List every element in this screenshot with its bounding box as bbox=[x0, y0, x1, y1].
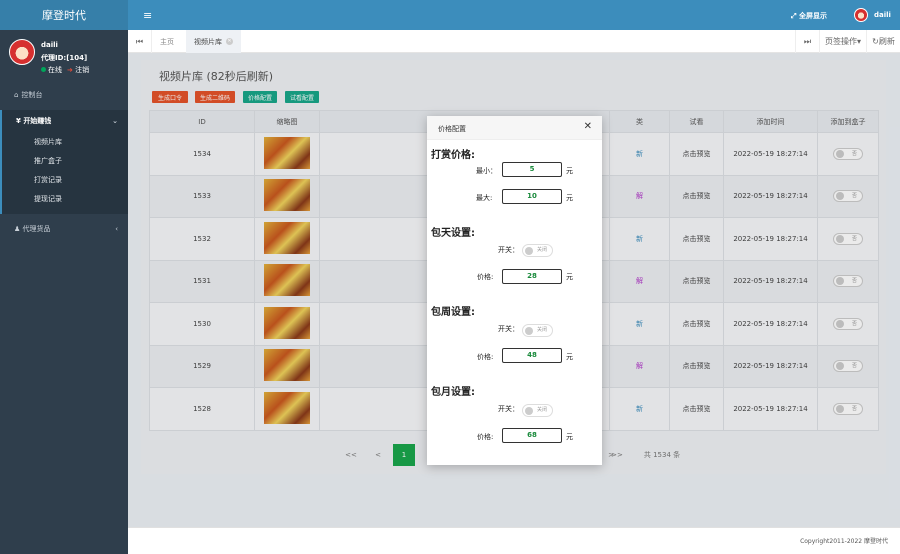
app-logo[interactable]: 摩登时代 bbox=[0, 0, 128, 30]
modal-title: 价格配置 bbox=[438, 125, 466, 133]
agent-id: 代理ID:[104] bbox=[41, 54, 88, 62]
week-switch[interactable]: 关闭 bbox=[522, 324, 553, 337]
home-icon: ⌂ bbox=[14, 91, 19, 99]
sidebar-item-tip-records[interactable]: 打赏记录 bbox=[2, 170, 128, 189]
user-status: 在线 ➜ 注销 bbox=[41, 65, 89, 75]
unit-label: 元 bbox=[566, 353, 573, 361]
switch-label: 开关： bbox=[498, 246, 519, 254]
price-label: 价格: bbox=[477, 433, 494, 441]
user-name: daili bbox=[41, 41, 58, 49]
unit-label: 元 bbox=[566, 433, 573, 441]
fullscreen-button[interactable]: ⤢ 全屏显示 bbox=[791, 11, 827, 21]
page-ops-dropdown[interactable]: 页签操作 ▾ bbox=[819, 30, 866, 53]
day-setting-title: 包天设置: bbox=[431, 228, 475, 239]
header-avatar[interactable] bbox=[854, 8, 868, 22]
sidebar-group-start: ¥ 开始赚钱 ⌄ 视频片库 推广盒子 打赏记录 提现记录 bbox=[0, 110, 128, 214]
switch-label: 开关： bbox=[498, 325, 519, 333]
tab-scroll-right-icon[interactable]: ⏭ bbox=[795, 30, 819, 53]
close-icon[interactable]: ✕ bbox=[584, 121, 592, 132]
max-price-input[interactable]: 10 bbox=[502, 189, 562, 204]
sidebar-item-start[interactable]: ¥ 开始赚钱 ⌄ bbox=[2, 110, 128, 132]
max-label: 最大: bbox=[476, 194, 493, 202]
yen-icon: ¥ bbox=[16, 117, 21, 125]
tab-bar: ⏮ 主页 视频片库 ✕ ⏭ 页签操作 ▾ ↻ 刷新 bbox=[128, 30, 900, 53]
logout-icon: ➜ bbox=[67, 66, 73, 74]
tip-price-title: 打赏价格: bbox=[431, 150, 475, 161]
sidebar-item-dashboard[interactable]: ⌂ 控制台 bbox=[0, 84, 128, 106]
price-label: 价格: bbox=[477, 273, 494, 281]
user-panel: daili 代理ID:[104] 在线 ➜ 注销 bbox=[0, 30, 128, 80]
tab-scroll-left-icon[interactable]: ⏮ bbox=[128, 30, 152, 53]
chevron-down-icon: ⌄ bbox=[112, 117, 118, 125]
copyright: Copyright2011-2022 摩登时代 bbox=[800, 538, 888, 545]
week-setting-title: 包周设置: bbox=[431, 307, 475, 318]
sidebar-item-video-library[interactable]: 视频片库 bbox=[2, 132, 128, 151]
month-switch[interactable]: 关闭 bbox=[522, 404, 553, 417]
caret-down-icon: ▾ bbox=[856, 37, 861, 46]
min-label: 最小： bbox=[476, 167, 497, 175]
sidebar-item-promo-box[interactable]: 推广盒子 bbox=[2, 151, 128, 170]
unit-label: 元 bbox=[566, 167, 573, 175]
tab-video-library[interactable]: 视频片库 ✕ bbox=[186, 30, 241, 53]
online-dot-icon bbox=[41, 67, 46, 72]
refresh-button[interactable]: ↻ 刷新 bbox=[866, 30, 900, 53]
sidebar-item-withdraw-records[interactable]: 提现记录 bbox=[2, 189, 128, 208]
refresh-icon: ↻ bbox=[872, 37, 879, 46]
footer: Copyright2011-2022 摩登时代 bbox=[128, 527, 900, 554]
logout-link[interactable]: ➜ 注销 bbox=[67, 65, 89, 75]
unit-label: 元 bbox=[566, 194, 573, 202]
user-icon: ♟ bbox=[14, 225, 21, 233]
min-price-input[interactable]: 5 bbox=[502, 162, 562, 177]
menu-toggle-icon[interactable]: ≡ bbox=[143, 9, 152, 22]
price-label: 价格: bbox=[477, 353, 494, 361]
unit-label: 元 bbox=[566, 273, 573, 281]
sidebar-item-agent-goods[interactable]: ♟ 代理货品 ‹ bbox=[0, 218, 128, 240]
header-username[interactable]: daili bbox=[874, 11, 891, 19]
top-header: ≡ ⤢ 全屏显示 daili bbox=[128, 0, 900, 30]
tab-close-icon[interactable]: ✕ bbox=[226, 38, 233, 45]
price-config-modal: 价格配置 ✕ 打赏价格: 最小： 5 元 最大: 10 元 包天设置: 开关： … bbox=[427, 116, 602, 465]
expand-icon: ⤢ bbox=[791, 12, 797, 20]
month-setting-title: 包月设置: bbox=[431, 387, 475, 398]
sidebar: 摩登时代 daili 代理ID:[104] 在线 ➜ 注销 ⌂ 控制台 ¥ 开始赚… bbox=[0, 0, 128, 554]
switch-label: 开关： bbox=[498, 405, 519, 413]
tab-home[interactable]: 主页 bbox=[152, 30, 182, 53]
user-avatar bbox=[9, 39, 35, 65]
day-price-input[interactable]: 28 bbox=[502, 269, 562, 284]
day-switch[interactable]: 关闭 bbox=[522, 244, 553, 257]
modal-header: 价格配置 ✕ bbox=[427, 116, 602, 140]
month-price-input[interactable]: 68 bbox=[502, 428, 562, 443]
online-status: 在线 bbox=[41, 65, 62, 75]
chevron-left-icon: ‹ bbox=[115, 225, 118, 233]
week-price-input[interactable]: 48 bbox=[502, 348, 562, 363]
